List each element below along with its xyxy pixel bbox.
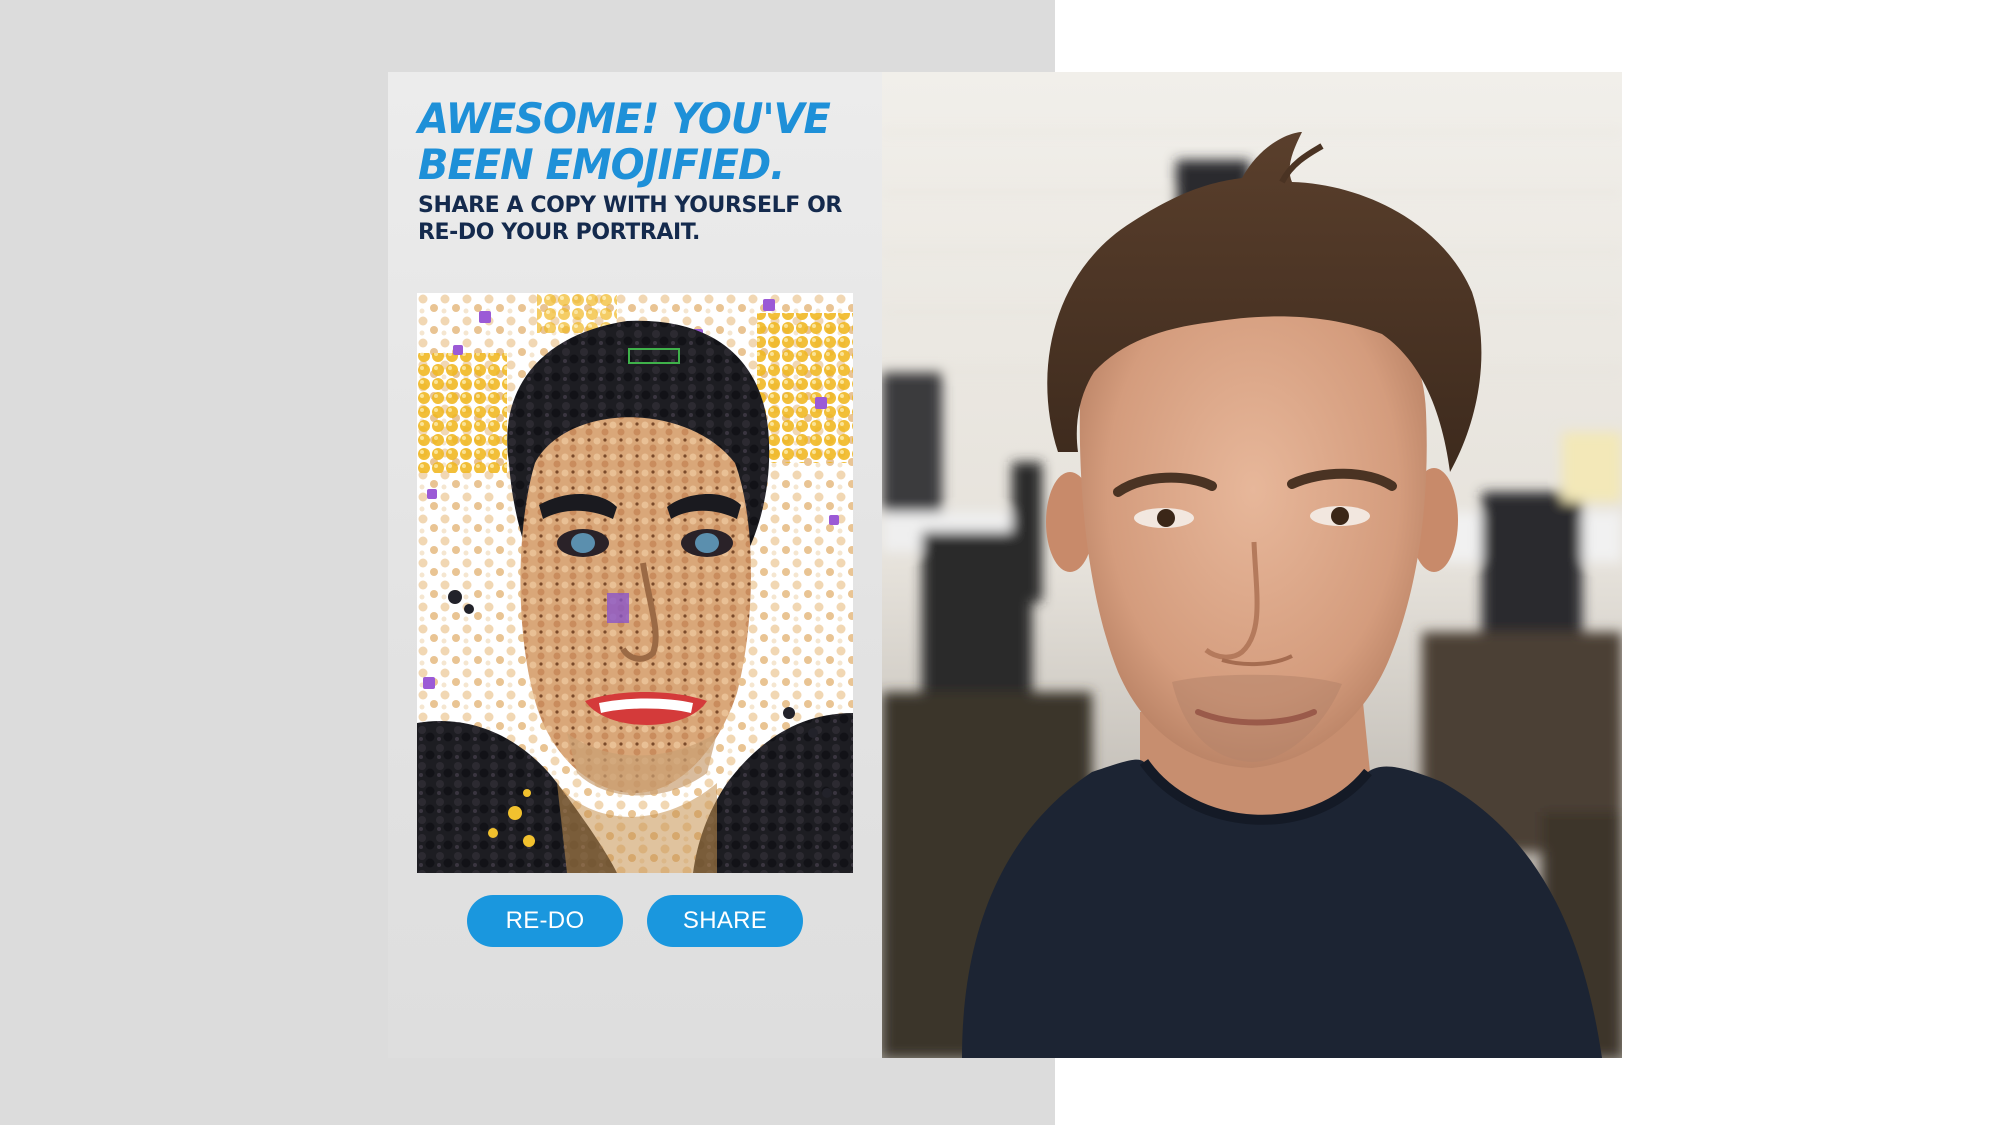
emojify-app-screen: AWESOME! YOU'VE BEEN EMOJIFIED. SHARE A … bbox=[388, 72, 882, 1058]
emoji-mosaic-image bbox=[417, 293, 853, 873]
portrait-photo-image bbox=[882, 72, 1622, 1058]
result-instructions: SHARE A COPY WITH YOURSELF OR RE-DO YOUR… bbox=[418, 193, 842, 245]
emoji-mosaic-portrait bbox=[417, 293, 853, 873]
share-button[interactable]: SHARE bbox=[647, 895, 803, 947]
redo-button[interactable]: RE-DO bbox=[467, 895, 623, 947]
result-headline: AWESOME! YOU'VE BEEN EMOJIFIED. bbox=[418, 94, 831, 190]
original-portrait-photo bbox=[882, 72, 1622, 1058]
